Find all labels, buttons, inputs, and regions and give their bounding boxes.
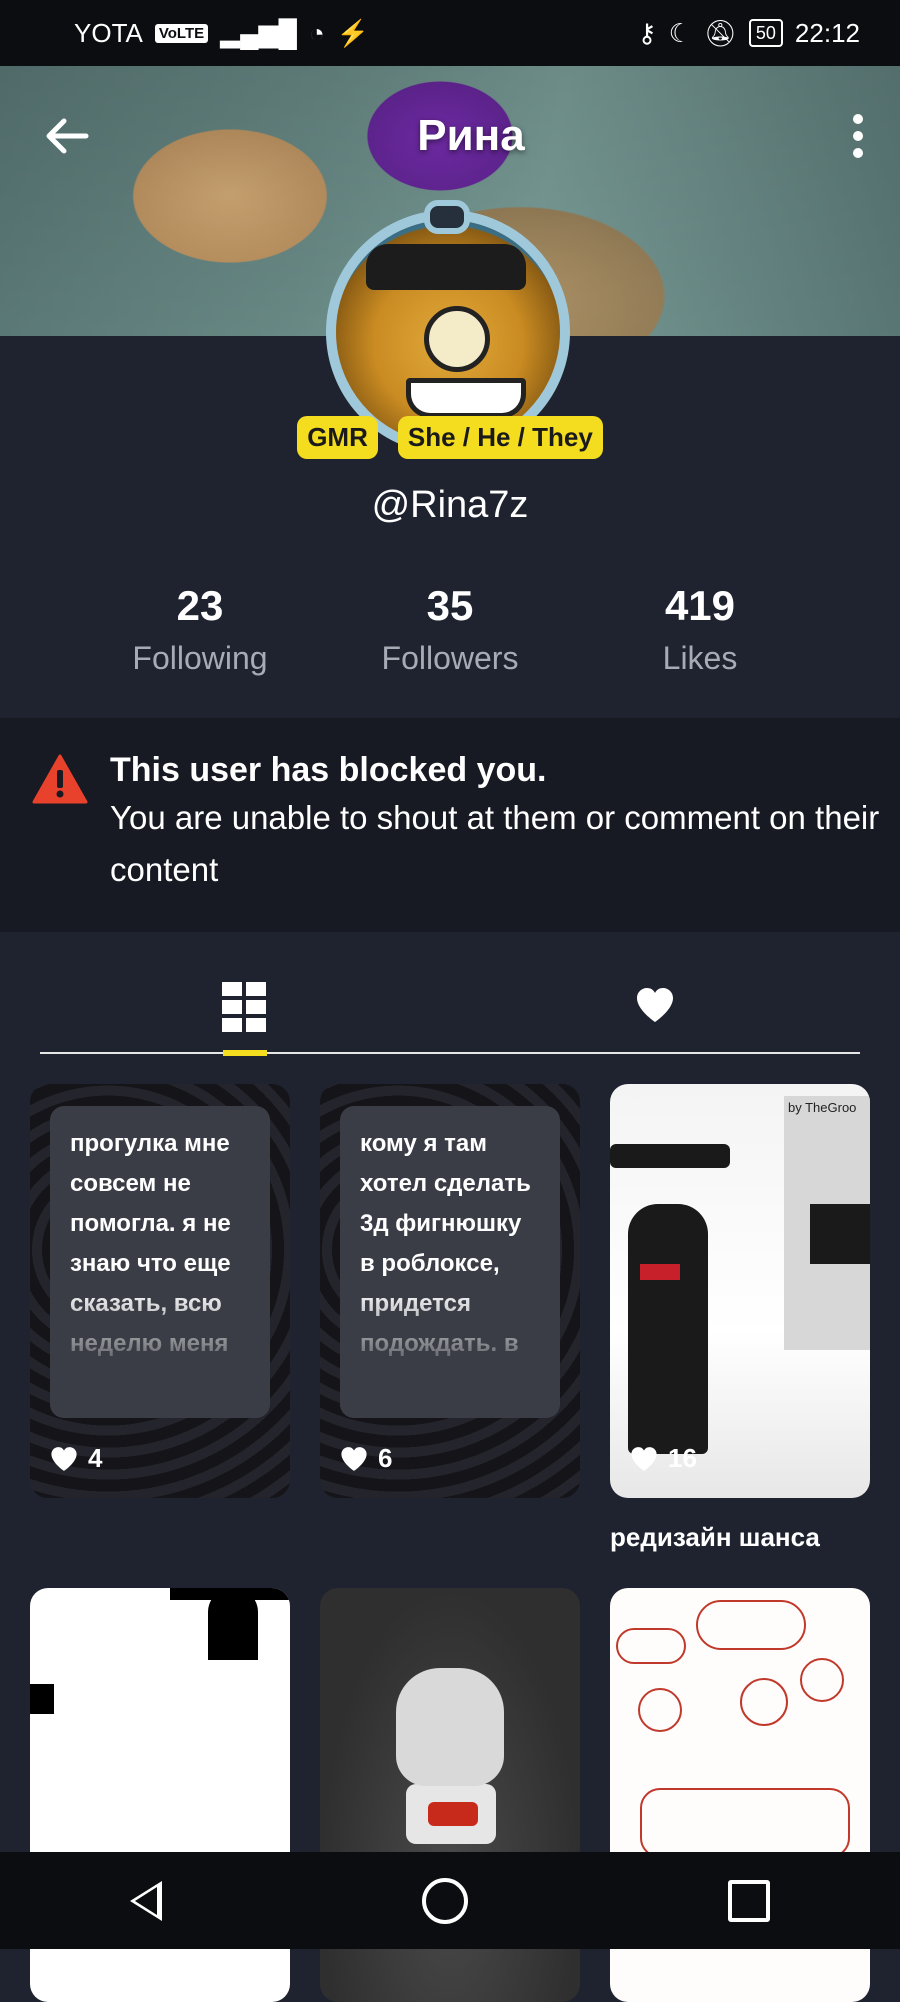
profile-badges: GMR She / He / They [0, 416, 900, 459]
status-right: ⚷ ☾ 🔕︎ 50 22:12 [638, 18, 860, 49]
stat-likes: 419 Likes [570, 582, 830, 677]
like-count: 16 [668, 1443, 697, 1473]
robot-figure [396, 1668, 504, 1786]
status-bar: YOTA VoLTE ▂▄▆█ ◔ ⚡ ⚷ ☾ 🔕︎ 50 22:12 [0, 0, 900, 66]
blocked-notice: This user has blocked you. You are unabl… [0, 718, 900, 932]
heart-icon [341, 1446, 367, 1471]
top-bar: Рина [0, 66, 900, 206]
blocked-text: You are unable to shout at them or comme… [110, 799, 880, 888]
drawing-signature: by TheGroo [788, 1100, 857, 1115]
signal-icon: ▂▄▆█ [220, 17, 297, 48]
post-card[interactable]: кому я там хотел сделать 3д фигнюшку в р… [320, 1084, 580, 1498]
more-options-icon[interactable] [852, 114, 864, 158]
back-arrow-icon[interactable] [44, 113, 90, 159]
volte-badge: VoLTE [154, 23, 209, 43]
bell-off-icon: 🔕︎ [703, 17, 737, 48]
clock: 22:12 [794, 17, 860, 48]
profile-tabs [40, 958, 860, 1056]
stat-followers[interactable]: 35 Followers [320, 582, 580, 677]
post-likes: 4 [50, 1443, 102, 1474]
stat-value: 23 [176, 582, 224, 629]
grid-icon [222, 982, 268, 1032]
stat-following[interactable]: 23 Following [70, 582, 330, 677]
warning-icon [32, 754, 88, 804]
like-count: 4 [88, 1443, 103, 1473]
nav-home-icon[interactable] [422, 1877, 468, 1924]
key-icon: ⚷ [637, 17, 657, 48]
badge-gmr: GMR [297, 416, 378, 459]
post-card-image[interactable]: by TheGroo 16 [610, 1084, 870, 1498]
charging-icon: ⚡ [336, 17, 370, 48]
badge-pronouns: She / He / They [397, 416, 603, 459]
post-card[interactable]: прогулка мне совсем не помогла. я не зна… [30, 1084, 290, 1498]
post-text: кому я там хотел сделать 3д фигнюшку в р… [340, 1106, 560, 1418]
post-likes: 16 [630, 1443, 697, 1474]
wifi-icon: ◔ [308, 17, 325, 48]
profile-title: Рина [417, 111, 525, 160]
stat-label: Followers [381, 640, 519, 676]
nav-back-icon[interactable] [130, 1880, 162, 1921]
battery-indicator: 50 [748, 19, 783, 47]
avatar-frame-clip [424, 200, 470, 234]
heart-icon [51, 1446, 77, 1471]
post-text: прогулка мне совсем не помогла. я не зна… [50, 1106, 270, 1418]
blocked-title: This user has blocked you. [110, 751, 547, 789]
heart-icon [637, 988, 673, 1022]
drawing-figure [628, 1204, 708, 1454]
moon-icon: ☾ [668, 17, 692, 48]
stat-value: 419 [664, 582, 736, 629]
heart-icon [631, 1446, 657, 1471]
status-left: YOTA VoLTE ▂▄▆█ ◔ ⚡ [74, 18, 369, 49]
username: @Rina7z [371, 484, 529, 526]
post-likes: 6 [340, 1443, 392, 1474]
carrier-label: YOTA [74, 17, 143, 48]
stat-value: 35 [426, 582, 474, 629]
active-tab-indicator [223, 1050, 267, 1056]
tab-posts[interactable] [40, 958, 450, 1052]
nav-recents-icon[interactable] [728, 1879, 770, 1922]
stat-label: Following [132, 640, 268, 676]
tab-liked[interactable] [450, 958, 860, 1052]
post-caption: редизайн шанса [610, 1522, 820, 1552]
system-nav-bar [0, 1852, 900, 1949]
stat-label: Likes [662, 640, 738, 676]
like-count: 6 [378, 1443, 393, 1473]
